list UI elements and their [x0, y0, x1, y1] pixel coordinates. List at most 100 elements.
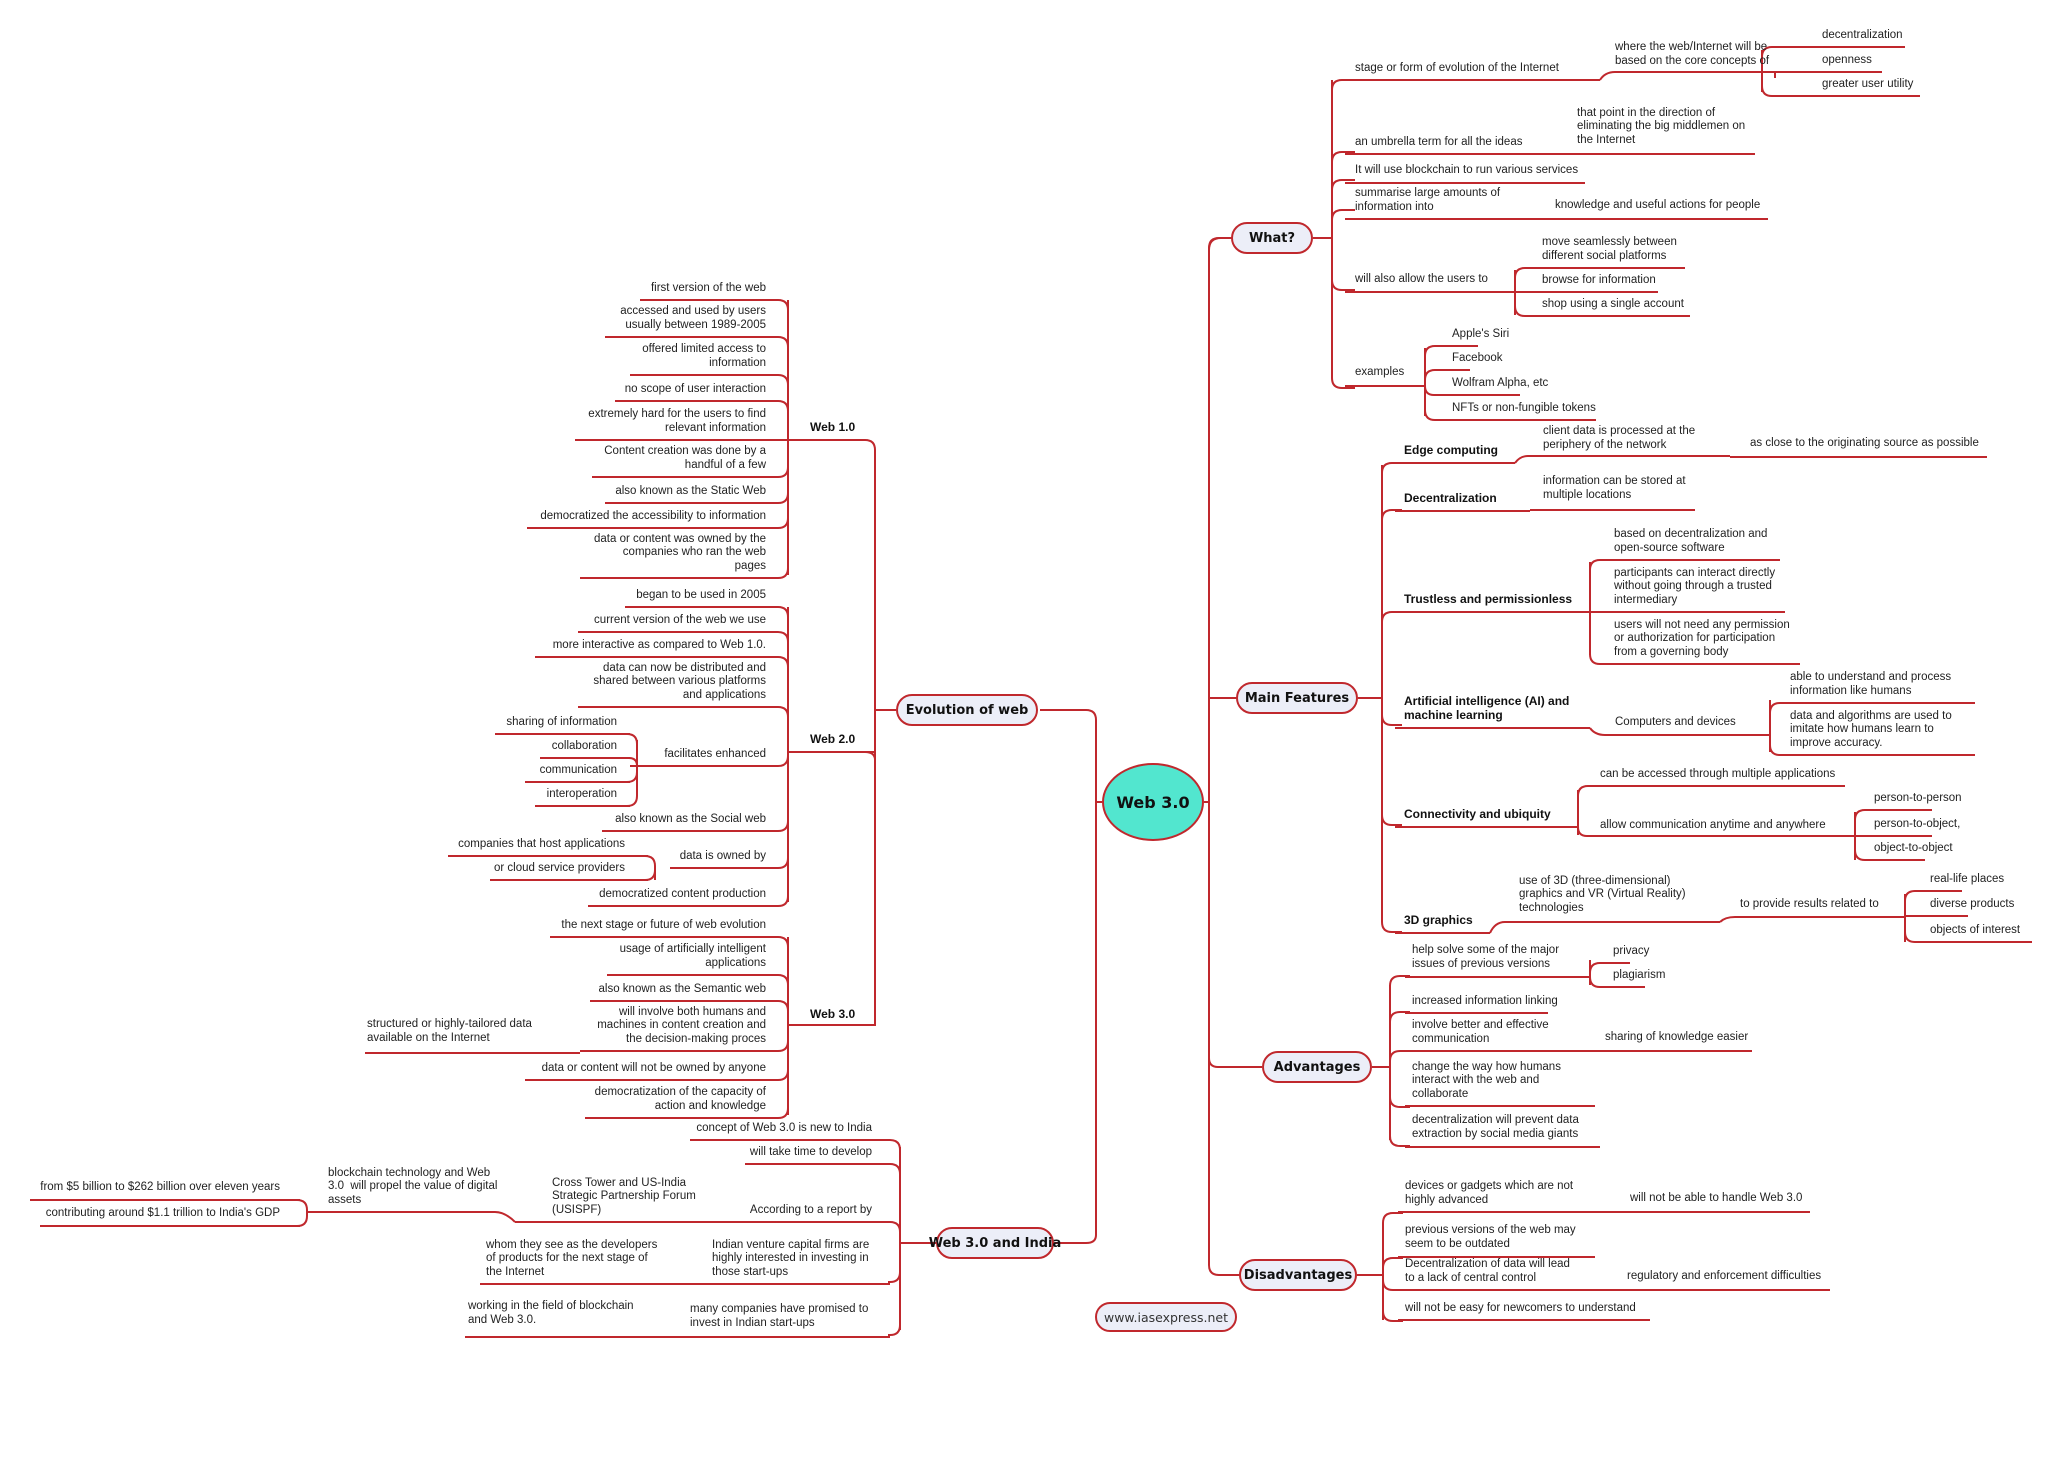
- features-connector: [1381, 611, 1402, 698]
- india-new-concept: concept of Web 3.0 is new to India: [696, 1121, 872, 1134]
- web2-leaf: current version of the web we use: [594, 613, 766, 626]
- core-concept-leaf: openness: [1822, 53, 1872, 66]
- disadvantage-lack-control: Decentralization of data will lead to a …: [1405, 1258, 1570, 1284]
- web1-connector: [776, 400, 789, 440]
- allow-users-leaf: move seamlessly between different social…: [1542, 236, 1677, 262]
- graphics-connector: [1904, 917, 1928, 943]
- features-connector: [1381, 509, 1402, 698]
- issues-connector: [1589, 976, 1610, 988]
- branch-advantages[interactable]: Advantages: [1262, 1051, 1372, 1083]
- what-connector: [1331, 79, 1355, 238]
- value-connector: [296, 1199, 308, 1212]
- what-item-middlemen: that point in the direction of eliminati…: [1577, 106, 1746, 146]
- branch-disadvantages[interactable]: Disadvantages: [1239, 1259, 1357, 1291]
- web2-leaf: facilitates enhanced: [664, 747, 766, 760]
- disadvantage-newcomers: will not be easy for newcomers to unders…: [1405, 1301, 1636, 1314]
- web1-leaf: Content creation was done by a handful o…: [604, 445, 766, 471]
- what-core-concepts: where the web/Internet will be based on …: [1615, 41, 1770, 67]
- feature-ai-ml: Artificial intelligence (AI) and machine…: [1404, 694, 1570, 722]
- facilitates-leaf: collaboration: [551, 739, 617, 752]
- advantage-solve-issues: help solve some of the major issues of p…: [1412, 944, 1560, 970]
- example-leaf: Wolfram Alpha, etc: [1452, 376, 1549, 389]
- what-connector: [1331, 238, 1355, 389]
- core-concept-leaf: greater user utility: [1822, 77, 1914, 90]
- underline: [1489, 921, 1720, 934]
- web3-connector: [776, 1000, 789, 1025]
- edge-close-to-source: as close to the originating source as po…: [1750, 436, 1979, 449]
- web3-leaf: will involve both humans and machines in…: [597, 1005, 766, 1045]
- graphics-vr-tech: use of 3D (three-dimensional) graphics a…: [1519, 874, 1686, 914]
- branch-evolution-of-web[interactable]: Evolution of web: [896, 694, 1038, 726]
- branch-what[interactable]: What?: [1231, 222, 1313, 254]
- branch-main-features[interactable]: Main Features: [1236, 682, 1358, 714]
- india-blockchain-field: working in the field of blockchain and W…: [468, 1300, 634, 1326]
- ai-leaf: data and algorithms are used to imitate …: [1790, 709, 1952, 749]
- advantages-connector: [1389, 1011, 1410, 1067]
- india-companies-promised: many companies have promised to invest i…: [690, 1303, 869, 1329]
- issues-connector: [1589, 962, 1610, 977]
- web1-connector: [776, 440, 789, 478]
- web3-connector: [776, 1025, 789, 1119]
- web1-leaf: offered limited access to information: [642, 343, 766, 369]
- underline: [1514, 455, 1730, 464]
- feature-edge-computing: Edge computing: [1404, 442, 1498, 457]
- web2-connector: [776, 631, 789, 752]
- branch-web3-and-india[interactable]: Web 3.0 and India: [929, 1227, 1061, 1259]
- trustless-leaf: participants can interact directly witho…: [1614, 566, 1776, 606]
- central-topic-web3[interactable]: Web 3.0: [1102, 763, 1204, 841]
- connector-web1: [788, 439, 876, 451]
- graphics-leaf: diverse products: [1930, 897, 2015, 910]
- web2-leaf: also known as the Social web: [615, 812, 766, 825]
- advantage-interaction: change the way how humans interact with …: [1412, 1060, 1561, 1100]
- disadvantage-regulatory: regulatory and enforcement difficulties: [1627, 1269, 1822, 1282]
- feature-connectivity: Connectivity and ubiquity: [1404, 806, 1551, 821]
- india-developers: whom they see as the developers of produ…: [486, 1238, 658, 1278]
- web1-connector: [776, 374, 789, 440]
- web3-leaf: data or content will not be owned by any…: [541, 1061, 766, 1074]
- web2-leaf: began to be used in 2005: [636, 588, 766, 601]
- feature-decentralization: Decentralization: [1404, 490, 1497, 505]
- disadvantages-connector: [1382, 1257, 1403, 1275]
- issue-leaf: privacy: [1613, 944, 1650, 957]
- trustless-connector: [1589, 612, 1612, 665]
- connector-disadvantages: [1208, 1264, 1240, 1276]
- feature-3d-graphics: 3D graphics: [1404, 912, 1473, 927]
- disadvantage-devices: devices or gadgets which are not highly …: [1405, 1180, 1574, 1206]
- what-item-blockchain: It will use blockchain to run various se…: [1355, 163, 1579, 176]
- graphics-results: to provide results related to: [1740, 897, 1879, 910]
- web1-connector: [776, 440, 789, 504]
- watermark-link[interactable]: www.iasexpress.net: [1095, 1302, 1237, 1332]
- facilitates-connector: [625, 766, 638, 807]
- comm-leaf: person-to-object,: [1874, 817, 1961, 830]
- what-item-examples: examples: [1355, 365, 1405, 378]
- allow-users-leaf: shop using a single account: [1542, 297, 1684, 310]
- connector-what-top: [1208, 237, 1232, 251]
- what-item-summarise: summarise large amounts of information i…: [1355, 187, 1501, 213]
- india-report: According to a report by: [749, 1203, 872, 1216]
- web1-connector: [776, 336, 789, 440]
- connectivity-connector: [1577, 785, 1600, 827]
- advantage-prevent-extraction: decentralization will prevent data extra…: [1412, 1114, 1579, 1140]
- web3-connector: [776, 1025, 789, 1052]
- web2-leaf: data is owned by: [679, 849, 766, 862]
- owned-by-leaf: or cloud service providers: [493, 861, 625, 874]
- web2-leaf: democratized content production: [599, 887, 766, 900]
- advantages-connector: [1389, 1050, 1410, 1067]
- web2-connector: [776, 606, 789, 752]
- disadvantage-outdated: previous versions of the web may seem to…: [1405, 1224, 1576, 1250]
- what-item-knowledge: knowledge and useful actions for people: [1555, 198, 1761, 211]
- example-leaf: Apple's Siri: [1452, 327, 1510, 340]
- examples-connector: [1424, 369, 1450, 386]
- underline: [1599, 71, 1775, 81]
- examples-connector: [1424, 386, 1450, 421]
- connectivity-connector: [1577, 826, 1600, 837]
- web1-connector: [776, 440, 789, 529]
- graphics-connector: [1904, 915, 1928, 918]
- facilitates-connector: [625, 757, 638, 767]
- comm-connector: [1854, 836, 1872, 861]
- web3-leaf: usage of artificially intelligent applic…: [619, 943, 766, 969]
- value-connector: [296, 1212, 308, 1227]
- what-connector: [1331, 151, 1355, 238]
- facilitates-leaf: communication: [539, 763, 617, 776]
- web1-leaf: accessed and used by users usually betwe…: [620, 305, 766, 331]
